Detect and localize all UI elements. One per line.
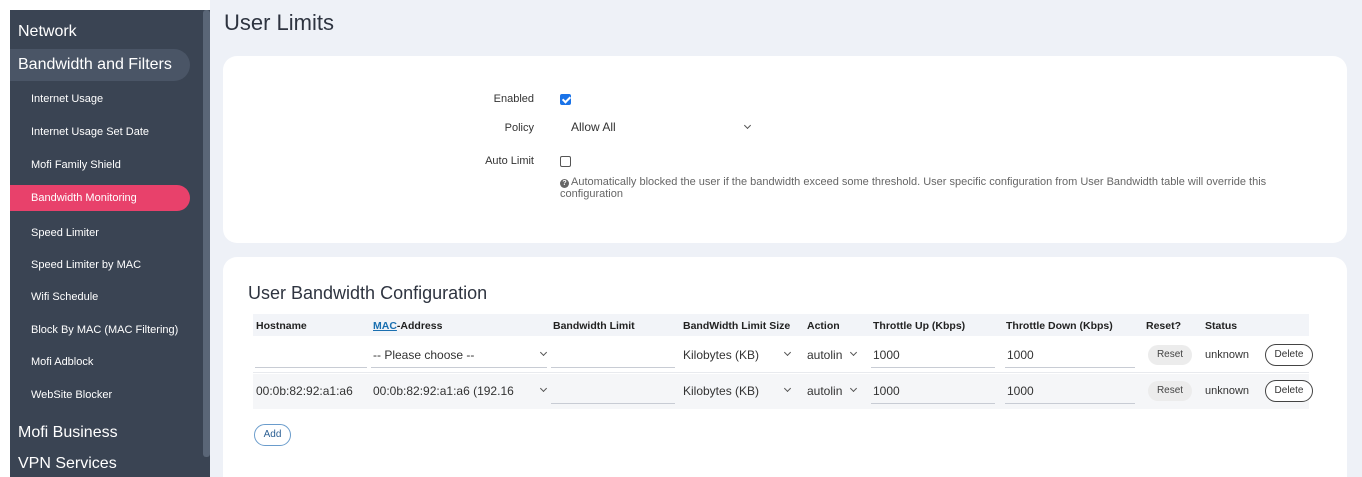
page-title: User Limits (224, 10, 335, 35)
header-mac-rest: -Address (396, 320, 443, 332)
hostname-input[interactable]: 00:0b:82:92:a1:a6 (256, 384, 366, 398)
enabled-checkbox[interactable] (560, 94, 571, 105)
sidebar-group-bandwidth[interactable]: Bandwidth and Filters (10, 49, 190, 81)
action-select[interactable]: autolin (807, 384, 849, 398)
throttle-up-underline (871, 367, 995, 368)
sidebar-item-speed-limiter[interactable]: Speed Limiter (10, 220, 190, 246)
sidebar-item-wifi-schedule[interactable]: Wifi Schedule (10, 284, 190, 310)
sidebar-scrollbar[interactable] (203, 10, 210, 457)
bandwidth-limit-input[interactable] (551, 367, 675, 368)
limit-size-select[interactable]: Kilobytes (KB) (683, 348, 778, 362)
mac-select[interactable]: -- Please choose -- (373, 348, 523, 362)
sidebar-item-block-by-mac[interactable]: Block By MAC (MAC Filtering) (10, 317, 190, 343)
reset-button[interactable]: Reset (1148, 345, 1192, 365)
header-status: Status (1205, 320, 1238, 332)
sidebar-item-adblock[interactable]: Mofi Adblock (10, 349, 190, 375)
bandwidth-config-card: User Bandwidth Configuration Hostname MA… (223, 257, 1347, 477)
sidebar-group-business[interactable]: Mofi Business (18, 424, 118, 442)
sidebar-item-internet-usage[interactable]: Internet Usage (10, 86, 190, 112)
enabled-label: Enabled (493, 93, 534, 105)
auto-limit-label: Auto Limit (485, 155, 534, 167)
header-bandwidth-limit: Bandwidth Limit (553, 320, 635, 332)
reset-button[interactable]: Reset (1148, 381, 1192, 401)
bandwidth-limit-input[interactable] (551, 403, 675, 404)
header-throttle-down: Throttle Down (Kbps) (1006, 320, 1113, 332)
header-reset: Reset? (1146, 320, 1182, 332)
header-limit-size: BandWidth Limit Size (683, 320, 791, 332)
sidebar-item-internet-usage-set-date[interactable]: Internet Usage Set Date (10, 119, 190, 145)
throttle-down-input[interactable]: 1000 (1007, 384, 1107, 398)
header-mac-address: MAC-Address (373, 320, 442, 332)
add-row-button[interactable]: Add (254, 424, 291, 446)
policy-select[interactable]: Allow All (571, 120, 752, 138)
status-text: unknown (1205, 349, 1250, 361)
delete-button[interactable]: Delete (1265, 344, 1313, 366)
chevron-down-icon (743, 121, 752, 130)
section-title: User Bandwidth Configuration (248, 283, 488, 303)
status-text: unknown (1205, 385, 1250, 397)
sidebar-item-family-shield[interactable]: Mofi Family Shield (10, 152, 190, 178)
limit-size-select[interactable]: Kilobytes (KB) (683, 384, 778, 398)
throttle-down-underline (1005, 367, 1135, 368)
sidebar-item-speed-limiter-mac[interactable]: Speed Limiter by MAC (10, 252, 190, 278)
sidebar-item-website-blocker[interactable]: WebSite Blocker (10, 382, 190, 408)
header-throttle-up: Throttle Up (Kbps) (873, 320, 966, 332)
throttle-up-input[interactable]: 1000 (873, 384, 973, 398)
mac-select[interactable]: 00:0b:82:92:a1:a6 (192.16 (373, 384, 540, 398)
main-content: User Limits Enabled Policy Allow All Aut… (210, 0, 1362, 477)
sidebar-item-bandwidth-monitoring[interactable]: Bandwidth Monitoring (10, 185, 190, 211)
throttle-up-underline (871, 403, 995, 404)
auto-limit-checkbox[interactable] (560, 156, 571, 167)
header-action: Action (807, 320, 840, 332)
sidebar-group-vpn[interactable]: VPN Services (18, 455, 117, 473)
settings-card: Enabled Policy Allow All Auto Limit ? Aut… (223, 56, 1347, 243)
auto-limit-help-text: Automatically blocked the user if the ba… (560, 176, 1267, 200)
mac-link[interactable]: MAC (373, 320, 397, 332)
throttle-up-input[interactable]: 1000 (873, 348, 973, 362)
throttle-down-underline (1005, 403, 1135, 404)
policy-select-value: Allow All (571, 120, 616, 134)
action-select[interactable]: autolin (807, 348, 849, 362)
sidebar-group-network[interactable]: Network (18, 23, 77, 41)
delete-button[interactable]: Delete (1265, 380, 1313, 402)
header-hostname: Hostname (256, 320, 307, 332)
mac-select-underline (371, 367, 547, 368)
policy-label: Policy (504, 122, 534, 134)
sidebar: Network Bandwidth and Filters Internet U… (10, 10, 210, 477)
hostname-input[interactable] (255, 367, 367, 368)
throttle-down-input[interactable]: 1000 (1007, 348, 1107, 362)
question-circle-icon: ? (560, 179, 569, 188)
auto-limit-help: ? Automatically blocked the user if the b… (560, 176, 1330, 200)
